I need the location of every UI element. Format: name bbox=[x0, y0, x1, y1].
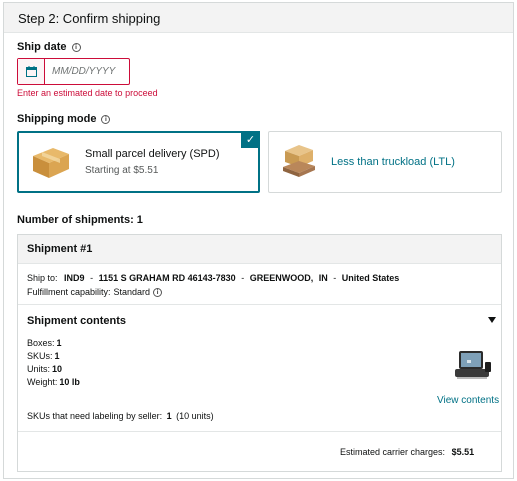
shipment-contents-title: Shipment contents bbox=[27, 315, 127, 327]
separator: - bbox=[333, 273, 337, 283]
fulfillment-label: Fulfillment capability: bbox=[27, 287, 111, 297]
pallet-icon bbox=[281, 141, 319, 183]
labeling-row: SKUs that need labeling by seller: 1 (10… bbox=[27, 411, 214, 421]
calendar-icon[interactable] bbox=[18, 59, 45, 84]
weight-label: Weight: bbox=[27, 377, 58, 387]
fulfillment-row: Fulfillment capability: Standard i bbox=[27, 287, 163, 297]
fulfillment-value: Standard bbox=[113, 287, 151, 297]
skus-row: SKUs: 1 bbox=[27, 351, 60, 361]
weight-row: Weight: 10 lb bbox=[27, 377, 80, 387]
labeling-count: 1 bbox=[166, 411, 172, 421]
spd-option-card[interactable]: ✓ Small parcel delivery (SPD) Starting a… bbox=[17, 131, 260, 193]
spd-title: Small parcel delivery (SPD) bbox=[85, 148, 220, 160]
units-value: 10 bbox=[52, 364, 63, 374]
carrier-charges-row: Estimated carrier charges: $5.51 bbox=[340, 447, 474, 457]
skus-label: SKUs: bbox=[27, 351, 53, 361]
divider bbox=[18, 431, 501, 432]
divider bbox=[18, 304, 501, 305]
skus-value: 1 bbox=[54, 351, 60, 361]
shipping-mode-label-row: Shipping mode i bbox=[17, 113, 111, 125]
ship-to-label: Ship to: bbox=[27, 273, 58, 283]
ship-date-field[interactable] bbox=[17, 58, 130, 85]
shipment-count-label: Number of shipments: bbox=[17, 214, 134, 226]
info-icon[interactable]: i bbox=[153, 287, 163, 297]
ship-date-label-row: Ship date i bbox=[17, 41, 81, 53]
weight-value: 10 lb bbox=[59, 377, 80, 387]
step-header: Step 2: Confirm shipping bbox=[4, 3, 513, 33]
ship-date-error: Enter an estimated date to proceed bbox=[17, 88, 158, 98]
ship-to-country: United States bbox=[341, 273, 400, 283]
confirm-shipping-panel: Step 2: Confirm shipping Ship date i Ent… bbox=[3, 2, 514, 479]
ship-to-street: 1151 S GRAHAM RD 46143-7830 bbox=[98, 273, 236, 283]
info-icon[interactable]: i bbox=[101, 114, 111, 124]
boxes-value: 1 bbox=[56, 338, 62, 348]
ltl-option-card[interactable]: Less than truckload (LTL) bbox=[268, 131, 502, 193]
ship-to-code: IND9 bbox=[64, 273, 85, 283]
ltl-title: Less than truckload (LTL) bbox=[331, 156, 455, 168]
caret-down-icon[interactable] bbox=[488, 317, 496, 323]
ship-to-state: IN bbox=[318, 273, 328, 283]
shipment-count-value: 1 bbox=[136, 214, 143, 226]
parcel-box-icon bbox=[29, 142, 73, 182]
labeling-label: SKUs that need labeling by seller: bbox=[27, 411, 163, 421]
carrier-charges-value: $5.51 bbox=[451, 447, 475, 457]
ship-date-input[interactable] bbox=[45, 59, 125, 84]
separator: - bbox=[90, 273, 94, 283]
shipment-count-row: Number of shipments: 1 bbox=[17, 214, 143, 226]
spd-subtitle: Starting at $5.51 bbox=[85, 165, 159, 176]
units-label: Units: bbox=[27, 364, 51, 374]
shipment-title: Shipment #1 bbox=[18, 235, 501, 264]
view-contents-link[interactable]: View contents bbox=[437, 395, 499, 406]
product-thumbnail-icon bbox=[453, 348, 495, 382]
units-row: Units: 10 bbox=[27, 364, 62, 374]
step-title: Step 2: Confirm shipping bbox=[18, 11, 161, 26]
ship-to-row: Ship to: IND9 - 1151 S GRAHAM RD 46143-7… bbox=[27, 273, 399, 283]
separator: - bbox=[241, 273, 245, 283]
ship-date-label: Ship date bbox=[17, 41, 67, 53]
carrier-charges-label: Estimated carrier charges: bbox=[340, 447, 446, 457]
shipping-mode-label: Shipping mode bbox=[17, 113, 97, 125]
ship-to-city: GREENWOOD, bbox=[249, 273, 314, 283]
shipment-card: Shipment #1 Ship to: IND9 - 1151 S GRAHA… bbox=[17, 234, 502, 472]
info-icon[interactable]: i bbox=[71, 42, 81, 52]
checkmark-icon: ✓ bbox=[241, 131, 260, 148]
boxes-row: Boxes: 1 bbox=[27, 338, 62, 348]
boxes-label: Boxes: bbox=[27, 338, 55, 348]
labeling-units: (10 units) bbox=[176, 411, 214, 421]
